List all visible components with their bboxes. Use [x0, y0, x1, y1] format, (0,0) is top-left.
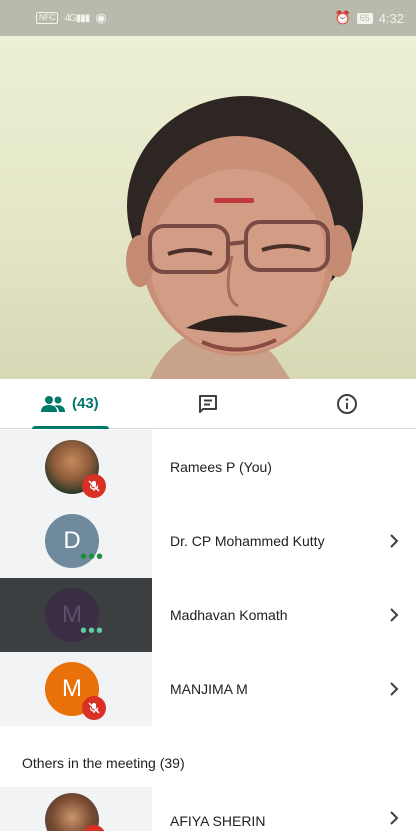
participant-row[interactable]: M MANJIMA M	[0, 652, 416, 726]
participant-tile: M	[0, 652, 152, 726]
participant-name: Madhavan Komath	[170, 607, 288, 623]
others-list: AFIYA SHERIN	[0, 787, 416, 831]
battery-indicator: 65	[356, 12, 373, 24]
chevron-right-icon[interactable]	[372, 682, 416, 696]
participant-row[interactable]: AFIYA SHERIN	[0, 787, 416, 831]
chat-icon	[199, 394, 217, 413]
tab-people[interactable]: (43)	[0, 379, 139, 429]
nfc-indicator: NFC	[36, 12, 59, 24]
participant-name: MANJIMA M	[170, 681, 248, 697]
participant-tile: D •••	[0, 504, 152, 578]
mic-off-icon	[82, 696, 106, 720]
status-bar: NFC 4G▮▮▮ ◉ ⏰ 65 4:32	[0, 0, 416, 36]
participant-name: AFIYA SHERIN	[170, 813, 266, 829]
info-icon	[336, 393, 357, 414]
status-time: 4:32	[378, 10, 404, 26]
participant-tile: M •••	[0, 578, 152, 652]
signal-icon: 4G▮▮▮	[64, 12, 90, 24]
others-section-title: Others in the meeting (39)	[22, 755, 185, 771]
speaker-video-image	[126, 96, 363, 379]
participant-row[interactable]: M ••• Madhavan Komath	[0, 578, 416, 652]
participant-tile	[0, 430, 152, 504]
people-icon	[40, 395, 65, 412]
participants-list: Ramees P (You) D ••• Dr. CP Mohammed Kut…	[0, 430, 416, 726]
participant-name: Dr. CP Mohammed Kutty	[170, 533, 325, 549]
participant-row[interactable]: Ramees P (You)	[0, 430, 416, 504]
participant-name: Ramees P (You)	[170, 459, 272, 475]
speaking-indicator-icon: •••	[80, 620, 105, 642]
participant-tile	[0, 787, 152, 831]
chevron-right-icon[interactable]	[372, 787, 416, 825]
meeting-tabs: (43)	[0, 379, 416, 429]
tab-info[interactable]	[277, 379, 416, 428]
speaking-indicator-icon: •••	[80, 546, 105, 568]
alarm-icon: ⏰	[334, 10, 351, 25]
main-video-feed[interactable]	[0, 36, 416, 379]
network-type: 4G	[64, 12, 76, 24]
hotspot-icon: ◉	[95, 10, 107, 25]
chevron-right-icon[interactable]	[372, 608, 416, 622]
chevron-right-icon[interactable]	[372, 534, 416, 548]
mic-off-icon	[82, 474, 106, 498]
participant-row[interactable]: D ••• Dr. CP Mohammed Kutty	[0, 504, 416, 578]
tab-chat[interactable]	[139, 379, 278, 428]
people-count: (43)	[71, 395, 99, 412]
